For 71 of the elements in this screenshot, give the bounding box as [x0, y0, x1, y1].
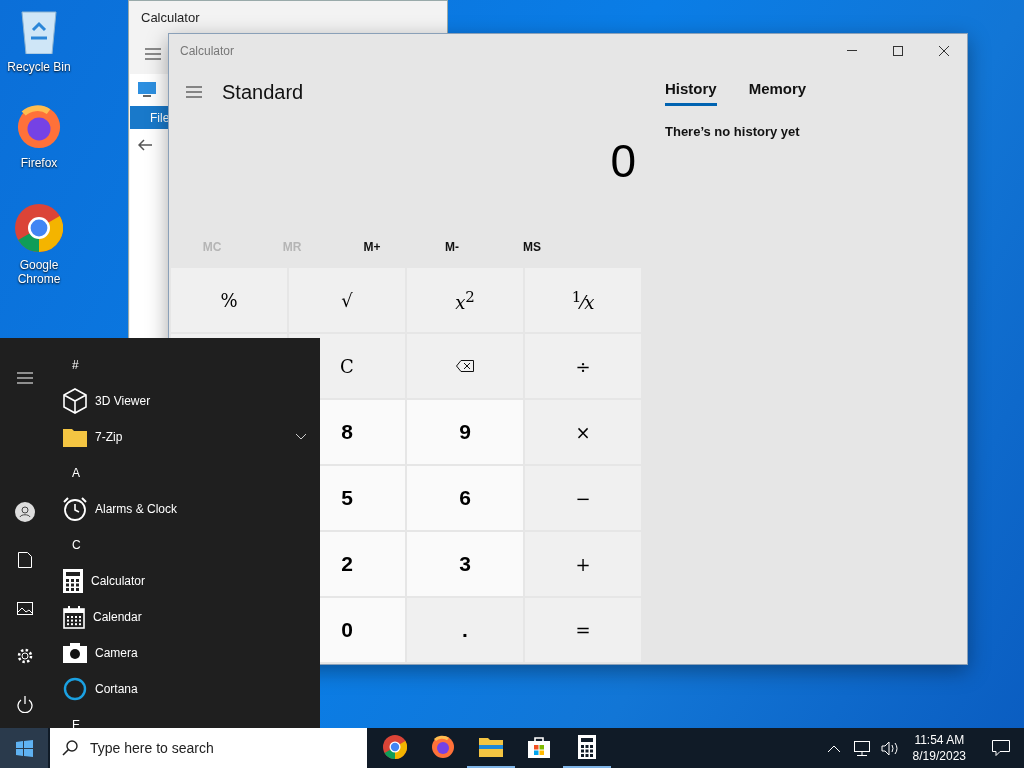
panel-tab[interactable]: History	[665, 80, 717, 106]
minimize-icon	[847, 50, 857, 51]
network-icon	[852, 740, 871, 756]
back-arrow-icon	[138, 139, 152, 151]
chevron-up-icon	[827, 744, 840, 752]
letter-heading[interactable]: #	[50, 347, 79, 383]
cube-icon	[63, 388, 87, 414]
folder-icon	[479, 737, 503, 757]
user-icon	[15, 502, 35, 522]
start-button[interactable]	[0, 728, 48, 768]
icon-label: Google Chrome	[16, 258, 62, 286]
display-value: 0	[610, 135, 636, 187]
memory-button[interactable]: M-	[412, 228, 492, 266]
key-button[interactable]: √	[289, 268, 405, 332]
search-icon	[62, 740, 78, 756]
maximize-icon	[893, 45, 903, 56]
chrome-icon	[383, 735, 407, 759]
speaker-icon	[880, 740, 899, 756]
memory-button[interactable]: MS	[492, 228, 572, 266]
icon-label: Firefox	[19, 156, 59, 170]
app-item[interactable]: Cortana	[50, 671, 306, 707]
mode-title: Standard	[222, 80, 304, 104]
camera-icon	[63, 643, 87, 663]
image-icon	[17, 601, 33, 615]
key-button[interactable]: 9	[407, 400, 523, 464]
power-icon	[17, 695, 33, 713]
empty-history-message: There’s no history yet	[665, 124, 801, 139]
date-text: 8/19/2023	[912, 748, 966, 764]
key-button[interactable]: −	[525, 466, 641, 530]
window-title: Calculator	[141, 10, 200, 25]
key-button[interactable]: $^{1}$⁄x	[525, 268, 641, 332]
firefox-icon	[16, 104, 62, 150]
ring-icon	[63, 677, 87, 701]
key-button[interactable]: x$^{2}$	[407, 268, 523, 332]
calculator-icon	[578, 735, 596, 759]
key-button[interactable]: .	[407, 598, 523, 662]
folder-icon	[63, 427, 87, 447]
document-icon	[18, 552, 32, 568]
chrome-icon	[15, 204, 63, 252]
close-icon	[939, 45, 949, 56]
key-button[interactable]: ÷	[525, 334, 641, 398]
speech-bubble-icon	[992, 740, 1010, 756]
key-button[interactable]: +	[525, 532, 641, 596]
key-button[interactable]: =	[525, 598, 641, 662]
panel-tab[interactable]: Memory	[748, 80, 807, 106]
key-button[interactable]: 6	[407, 466, 523, 530]
key-button[interactable]: ×	[525, 400, 641, 464]
windows-icon	[15, 739, 33, 757]
settings-icon	[16, 647, 34, 665]
firefox-icon	[431, 735, 455, 759]
menu-icon	[145, 48, 161, 60]
key-button[interactable]: %	[171, 268, 287, 332]
search-box[interactable]: Type here to search	[50, 728, 367, 768]
memory-button[interactable]: M+	[332, 228, 412, 266]
alarm-clock-icon	[63, 497, 87, 521]
key-button[interactable]: 3	[407, 532, 523, 596]
icon-label: Recycle Bin	[6, 60, 72, 74]
calendar-icon	[63, 605, 85, 629]
menu-icon	[17, 372, 33, 384]
recycle-bin-icon	[19, 8, 59, 54]
letter-heading[interactable]: A	[50, 455, 80, 491]
window-title: Calculator	[179, 43, 236, 58]
calculator-icon	[63, 569, 83, 593]
backspace-icon	[456, 360, 474, 372]
computer-icon	[138, 82, 156, 98]
shopping-bag-icon	[528, 736, 550, 758]
letter-heading[interactable]: C	[50, 527, 81, 563]
clock[interactable]: 11:54 AM 8/19/2023	[906, 732, 972, 764]
ribbon-tab[interactable]: File	[130, 110, 170, 125]
menu-icon	[186, 86, 202, 98]
time-text: 11:54 AM	[914, 732, 965, 748]
